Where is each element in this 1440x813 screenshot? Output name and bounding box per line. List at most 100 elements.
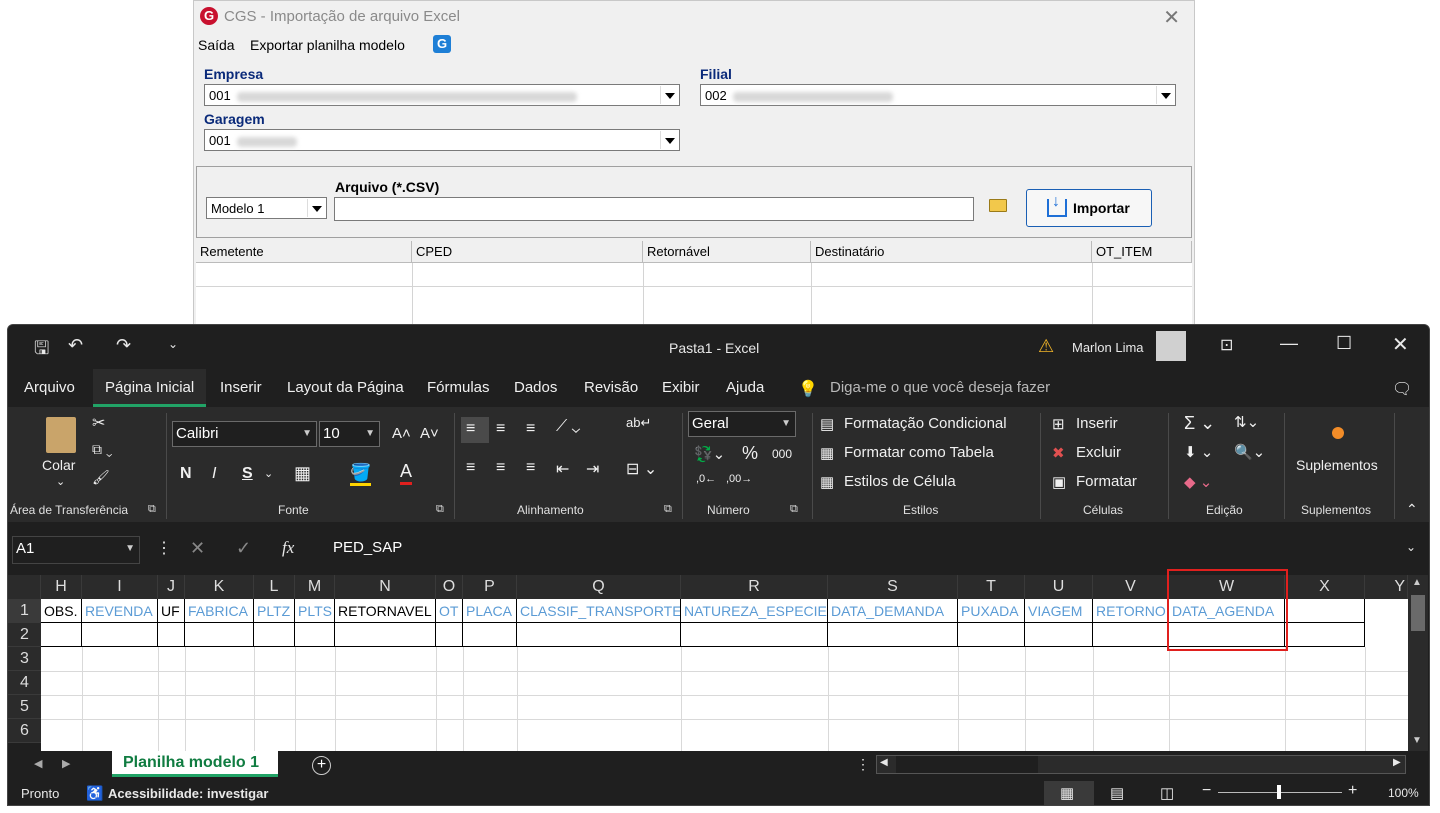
cell-j1[interactable]: UF: [158, 599, 185, 623]
menu-saida[interactable]: Saída: [198, 37, 235, 53]
cell-n1[interactable]: RETORNAVEL: [335, 599, 436, 623]
align-middle-icon[interactable]: ≡: [496, 420, 505, 438]
comma-style-icon[interactable]: 000: [772, 447, 792, 461]
tab-dados[interactable]: Dados: [514, 379, 557, 396]
cell-s1[interactable]: DATA_DEMANDA: [828, 599, 958, 623]
formula-input[interactable]: PED_SAP: [318, 536, 1418, 564]
tab-inserir[interactable]: Inserir: [220, 379, 262, 396]
format-painter-icon[interactable]: 🖌: [92, 469, 110, 486]
find-select-icon[interactable]: 🔍⌄: [1234, 443, 1265, 461]
menu-exportar-planilha[interactable]: Exportar planilha modelo: [250, 37, 405, 53]
empresa-combo[interactable]: 001: [204, 84, 680, 106]
user-name[interactable]: Marlon Lima: [1072, 340, 1144, 355]
folder-open-icon[interactable]: [989, 199, 1007, 212]
conditional-format-button[interactable]: Formatação Condicional: [844, 415, 1007, 432]
format-cells-button[interactable]: Formatar: [1076, 473, 1137, 490]
cell-r2[interactable]: [681, 623, 828, 647]
column-header-x[interactable]: X: [1285, 575, 1365, 599]
cell-l2[interactable]: [254, 623, 295, 647]
vertical-scrollbar[interactable]: ▲ ▼: [1408, 575, 1428, 751]
name-box[interactable]: A1 ▼: [12, 536, 140, 564]
ribbon-display-icon[interactable]: ⊡: [1220, 335, 1233, 355]
scroll-left-icon[interactable]: ◀: [880, 757, 888, 768]
cell-h2[interactable]: [41, 623, 82, 647]
cell-o2[interactable]: [436, 623, 463, 647]
arquivo-input[interactable]: [334, 197, 974, 221]
autosum-icon[interactable]: Σ ⌄: [1184, 413, 1215, 434]
grid-header-remetente[interactable]: Remetente: [196, 241, 412, 263]
cell-q1[interactable]: CLASSIF_TRANSPORTE: [517, 599, 681, 623]
minimize-icon[interactable]: —: [1280, 333, 1298, 354]
add-sheet-icon[interactable]: +: [312, 756, 331, 775]
sheet-tab-label[interactable]: Planilha modelo 1: [123, 754, 259, 772]
insert-cells-icon[interactable]: ⊞: [1052, 415, 1065, 433]
page-layout-icon[interactable]: ▤: [1110, 784, 1124, 802]
scroll-thumb[interactable]: [1411, 595, 1425, 631]
column-header-t[interactable]: T: [958, 575, 1025, 599]
clear-icon[interactable]: ◆ ⌄: [1184, 473, 1212, 491]
column-header-u[interactable]: U: [1025, 575, 1093, 599]
cell-x2[interactable]: [1285, 623, 1365, 647]
row-header-6[interactable]: 6: [8, 719, 41, 743]
importar-button[interactable]: Importar: [1026, 189, 1152, 227]
format-table-button[interactable]: Formatar como Tabela: [844, 444, 994, 461]
increase-indent-icon[interactable]: ⇥: [586, 459, 599, 479]
tab-layout-da-pagina[interactable]: Layout da Página: [287, 379, 404, 396]
column-header-i[interactable]: I: [82, 575, 158, 599]
number-format-select[interactable]: Geral ▼: [688, 411, 796, 437]
scroll-up-icon[interactable]: ▲: [1412, 577, 1422, 588]
comments-icon[interactable]: 🗨: [1392, 379, 1412, 399]
cell-q2[interactable]: [517, 623, 681, 647]
column-header-l[interactable]: L: [254, 575, 295, 599]
cell-m1[interactable]: PLTS: [295, 599, 335, 623]
chevron-down-icon[interactable]: ⌄: [264, 467, 273, 480]
column-header-m[interactable]: M: [295, 575, 335, 599]
grid-header-ot-item[interactable]: OT_ITEM: [1092, 241, 1192, 263]
currency-icon[interactable]: 💱⌄: [694, 445, 725, 463]
tab-revisao[interactable]: Revisão: [584, 379, 638, 396]
cell-v1[interactable]: RETORNO: [1093, 599, 1169, 623]
column-header-k[interactable]: K: [185, 575, 254, 599]
cell-t1[interactable]: PUXADA: [958, 599, 1025, 623]
cell-h1[interactable]: OBS.: [41, 599, 82, 623]
cut-icon[interactable]: ✂: [92, 413, 105, 433]
conditional-format-icon[interactable]: ▤: [820, 415, 834, 433]
wrap-text-icon[interactable]: ab↵: [626, 415, 651, 431]
cell-x1[interactable]: [1285, 599, 1365, 623]
cgs-app-icon[interactable]: G: [433, 35, 451, 53]
accessibility-status[interactable]: Acessibilidade: investigar: [108, 786, 268, 801]
cell-n2[interactable]: [335, 623, 436, 647]
format-cells-icon[interactable]: ▣: [1052, 473, 1066, 491]
next-sheet-icon[interactable]: ▶: [62, 757, 70, 770]
merge-center-icon[interactable]: ⊟ ⌄: [626, 459, 657, 479]
zoom-out-icon[interactable]: −: [1202, 782, 1211, 800]
cell-u1[interactable]: VIAGEM: [1025, 599, 1093, 623]
increase-decimal-icon[interactable]: ,0←: [696, 473, 716, 485]
align-right-icon[interactable]: ≡: [526, 459, 535, 477]
modelo-combo[interactable]: Modelo 1: [206, 197, 327, 219]
page-break-icon[interactable]: ◫: [1160, 784, 1174, 802]
filial-combo[interactable]: 002: [700, 84, 1176, 106]
accessibility-icon[interactable]: ♿: [86, 785, 103, 802]
zoom-thumb[interactable]: [1277, 785, 1281, 799]
avatar[interactable]: [1156, 331, 1186, 361]
cell-i1[interactable]: REVENDA: [82, 599, 158, 623]
expand-formula-icon[interactable]: ⌄: [1406, 540, 1416, 554]
undo-icon[interactable]: ↶: [68, 335, 83, 356]
cell-p2[interactable]: [463, 623, 517, 647]
zoom-level[interactable]: 100%: [1388, 786, 1419, 800]
row-header-1[interactable]: 1: [8, 599, 41, 623]
tab-exibir[interactable]: Exibir: [662, 379, 700, 396]
insert-function-icon[interactable]: fx: [282, 538, 294, 558]
tab-formulas[interactable]: Fórmulas: [427, 379, 490, 396]
font-size-select[interactable]: 10 ▼: [319, 421, 380, 447]
column-header-q[interactable]: Q: [517, 575, 681, 599]
horizontal-scroll-thumb[interactable]: [896, 756, 1038, 773]
collapse-ribbon-icon[interactable]: ⌃: [1406, 501, 1418, 518]
grid-header-destinatario[interactable]: Destinatário: [811, 241, 1092, 263]
column-header-o[interactable]: O: [436, 575, 463, 599]
save-icon[interactable]: 🖫: [34, 336, 49, 366]
decrease-font-icon[interactable]: A˅: [420, 425, 439, 442]
warning-icon[interactable]: ⚠: [1038, 336, 1054, 357]
cell-m2[interactable]: [295, 623, 335, 647]
